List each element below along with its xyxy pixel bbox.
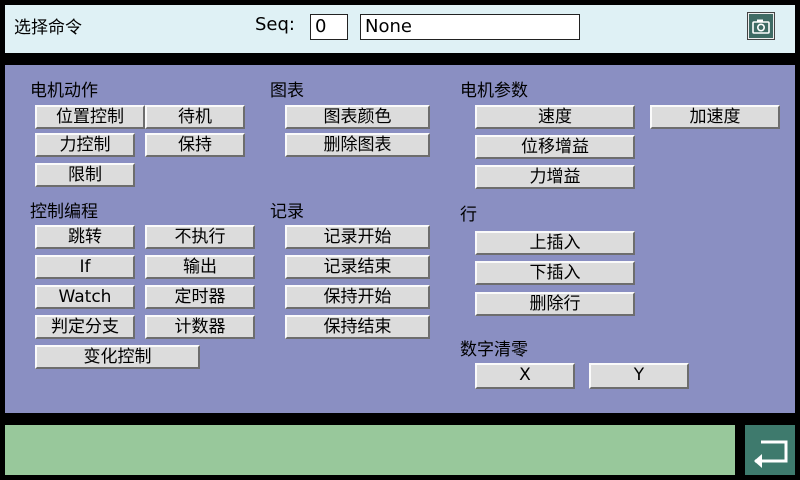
- status-bar: [5, 425, 735, 475]
- clear-x-button[interactable]: X: [475, 363, 575, 389]
- chart-color-button[interactable]: 图表颜色: [285, 105, 430, 129]
- seq-number-field[interactable]: 0: [310, 14, 348, 40]
- return-arrow-icon: [754, 440, 788, 468]
- camera-icon: [752, 19, 770, 34]
- jump-button[interactable]: 跳转: [35, 225, 135, 249]
- section-title-motor-params: 电机参数: [460, 81, 528, 101]
- page-title: 选择命令: [14, 18, 82, 38]
- clear-y-button[interactable]: Y: [589, 363, 689, 389]
- timer-button[interactable]: 定时器: [145, 285, 255, 309]
- standby-button[interactable]: 待机: [145, 105, 245, 129]
- branch-button[interactable]: 判定分支: [35, 315, 135, 339]
- limit-button[interactable]: 限制: [35, 163, 135, 187]
- no-execute-button[interactable]: 不执行: [145, 225, 255, 249]
- position-control-button[interactable]: 位置控制: [35, 105, 145, 129]
- record-end-button[interactable]: 记录结束: [285, 255, 430, 279]
- insert-above-button[interactable]: 上插入: [475, 231, 635, 255]
- if-button[interactable]: If: [35, 255, 135, 279]
- back-button[interactable]: [745, 425, 795, 475]
- seq-label: Seq:: [255, 14, 295, 35]
- section-title-motor-action: 电机动作: [30, 81, 98, 101]
- hold-button[interactable]: 保持: [145, 133, 245, 157]
- screenshot-button[interactable]: [748, 13, 774, 39]
- force-control-button[interactable]: 力控制: [35, 133, 135, 157]
- section-title-chart: 图表: [270, 81, 304, 101]
- hold-start-button[interactable]: 保持开始: [285, 285, 430, 309]
- command-panel: 电机动作 位置控制 待机 力控制 保持 限制 控制编程 跳转 不执行 If 输出…: [5, 65, 795, 413]
- counter-button[interactable]: 计数器: [145, 315, 255, 339]
- speed-button[interactable]: 速度: [475, 105, 635, 129]
- delete-row-button[interactable]: 删除行: [475, 292, 635, 316]
- section-title-control-programming: 控制编程: [30, 202, 98, 222]
- insert-below-button[interactable]: 下插入: [475, 261, 635, 285]
- hold-end-button[interactable]: 保持结束: [285, 315, 430, 339]
- delete-chart-button[interactable]: 删除图表: [285, 133, 430, 157]
- acceleration-button[interactable]: 加速度: [650, 105, 780, 129]
- output-button[interactable]: 输出: [145, 255, 255, 279]
- force-gain-button[interactable]: 力增益: [475, 165, 635, 189]
- section-title-row: 行: [460, 205, 477, 225]
- section-title-record: 记录: [270, 202, 304, 222]
- seq-name-field[interactable]: None: [360, 14, 580, 40]
- record-start-button[interactable]: 记录开始: [285, 225, 430, 249]
- change-control-button[interactable]: 变化控制: [35, 345, 200, 369]
- displacement-gain-button[interactable]: 位移增益: [475, 135, 635, 159]
- section-title-digit-clear: 数字清零: [460, 340, 528, 360]
- watch-button[interactable]: Watch: [35, 285, 135, 309]
